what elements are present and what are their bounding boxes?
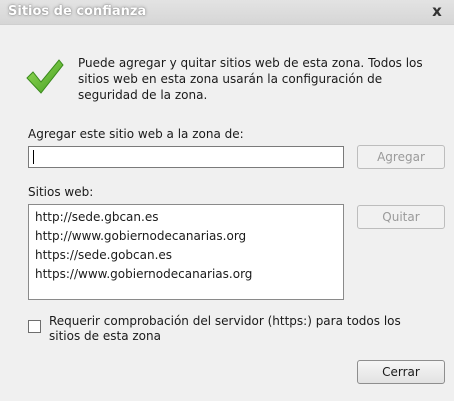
add-button[interactable]: Agregar xyxy=(357,145,445,169)
text-caret xyxy=(33,150,34,164)
list-item[interactable]: https://sede.gobcan.es xyxy=(35,246,343,265)
require-https-label: Requerir comprobación del servidor (http… xyxy=(49,314,401,343)
list-item[interactable]: http://sede.gbcan.es xyxy=(35,208,343,227)
site-url-input[interactable] xyxy=(28,146,344,168)
dialog-title: Sitios de confianza xyxy=(8,4,147,19)
trusted-sites-dialog: Sitios de confianza x Puede agregar y qu… xyxy=(0,0,454,401)
list-item[interactable]: https://www.gobiernodecanarias.org xyxy=(35,265,343,284)
title-bar[interactable]: Sitios de confianza x xyxy=(0,0,454,25)
info-text: Puede agregar y quitar sitios web de est… xyxy=(78,56,423,102)
close-button[interactable]: Cerrar xyxy=(357,360,445,384)
require-https-checkbox[interactable] xyxy=(28,320,41,333)
close-icon[interactable]: x xyxy=(428,2,446,20)
websites-list[interactable]: http://sede.gbcan.es http://www.gobierno… xyxy=(28,204,344,300)
remove-button[interactable]: Quitar xyxy=(357,205,445,229)
list-item[interactable]: http://www.gobiernodecanarias.org xyxy=(35,227,343,246)
websites-label: Sitios web: xyxy=(28,185,94,199)
checkmark-icon xyxy=(26,59,64,94)
add-site-label: Agregar este sitio web a la zona de: xyxy=(28,127,244,141)
